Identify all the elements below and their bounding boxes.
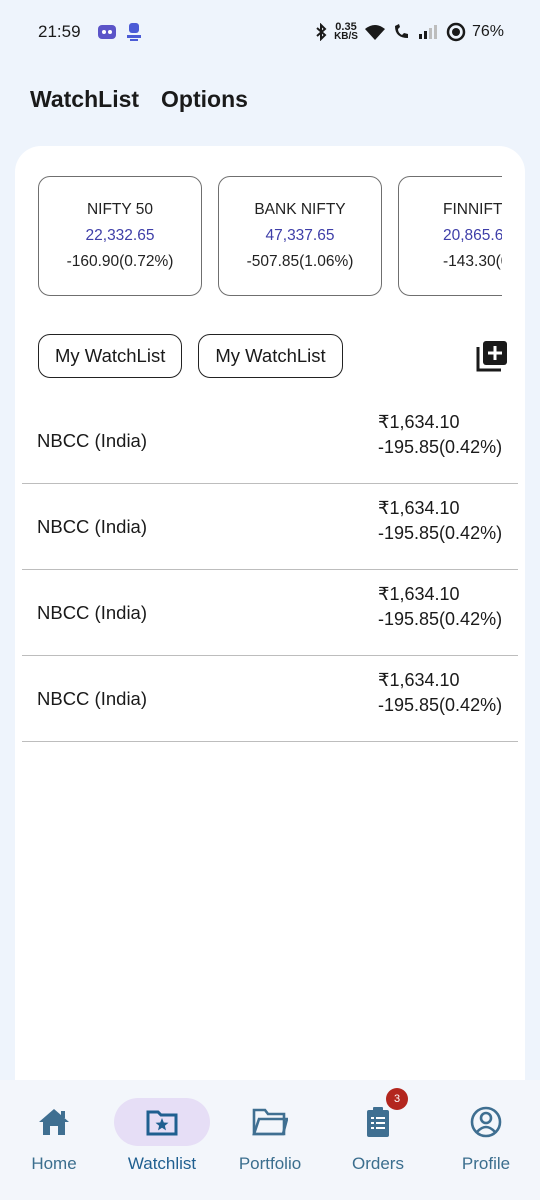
nav-portfolio[interactable]: Portfolio — [216, 1080, 324, 1200]
nav-watchlist[interactable]: Watchlist — [108, 1080, 216, 1200]
nav-home[interactable]: Home — [0, 1080, 108, 1200]
watchlist-tabs: My WatchList My WatchList — [38, 334, 343, 378]
stock-quote: ₹1,634.10 -195.85(0.42%) — [378, 584, 502, 630]
nav-label: Portfolio — [238, 1154, 302, 1173]
stock-change: -195.85(0.42%) — [378, 437, 503, 457]
status-left: 21:59 — [38, 22, 143, 42]
account-circle-icon — [470, 1106, 502, 1138]
index-value: 47,337.65 — [265, 227, 335, 244]
status-time: 21:59 — [38, 22, 81, 41]
bottom-nav: Home Watchlist Portfolio 3 Orders Profil… — [0, 1080, 540, 1200]
index-value: 20,865.6 — [443, 227, 502, 244]
wifi-calling-icon — [394, 24, 408, 38]
nav-label: Home — [31, 1154, 77, 1173]
index-strip[interactable]: NIFTY 50 22,332.65 -160.90(0.72%) BANK N… — [38, 176, 502, 296]
stock-quote: ₹1,634.10 -195.85(0.42%) — [378, 670, 502, 716]
nav-pill: 3 — [330, 1088, 426, 1146]
main-card: NIFTY 50 22,332.65 -160.90(0.72%) BANK N… — [15, 146, 525, 1106]
home-icon — [39, 1109, 69, 1135]
status-bar: 21:59 0.35 KB/S 76% — [0, 0, 540, 64]
tab-options[interactable]: Options — [161, 86, 248, 113]
index-change: -143.30(0.6 — [443, 253, 502, 270]
game-controller-icon — [97, 25, 116, 39]
stock-price: ₹1,634.10 — [378, 670, 460, 690]
stock-list: NBCC (India) ₹1,634.10 -195.85(0.42%) NB… — [22, 398, 518, 742]
stock-price: ₹1,634.10 — [378, 584, 460, 604]
app-notification-icon — [126, 23, 141, 41]
stock-change: -195.85(0.42%) — [378, 523, 503, 543]
stock-change: -195.85(0.42%) — [378, 695, 503, 715]
index-change: -507.85(1.06%) — [246, 253, 354, 270]
nav-label: Profile — [461, 1154, 511, 1173]
nav-pill-active — [114, 1098, 210, 1146]
watchlist-tab-1[interactable]: My WatchList — [38, 334, 183, 378]
stock-name: NBCC (India) — [37, 429, 147, 451]
status-right: 0.35 KB/S 76% — [314, 22, 504, 42]
index-change: -160.90(0.72%) — [66, 253, 174, 270]
index-name: BANK NIFTY — [254, 201, 346, 218]
orders-badge: 3 — [386, 1088, 408, 1110]
stock-name: NBCC (India) — [37, 687, 147, 709]
nav-pill — [222, 1098, 318, 1146]
list-item[interactable]: NBCC (India) ₹1,634.10 -195.85(0.42%) — [22, 398, 518, 484]
battery-percent: 76% — [471, 23, 504, 40]
nav-orders[interactable]: 3 Orders — [324, 1080, 432, 1200]
watchlist-folder-star-icon — [146, 1110, 178, 1136]
speed-unit: KB/S — [334, 31, 358, 42]
tab-watchlist[interactable]: WatchList — [30, 86, 139, 113]
index-value: 22,332.65 — [85, 227, 155, 244]
list-item[interactable]: NBCC (India) ₹1,634.10 -195.85(0.42%) — [22, 570, 518, 656]
watchlist-tab-2[interactable]: My WatchList — [198, 334, 343, 378]
stock-name: NBCC (India) — [37, 515, 147, 537]
nav-pill — [438, 1098, 534, 1146]
nav-pill — [6, 1098, 102, 1146]
signal-icon — [418, 25, 437, 39]
index-name: NIFTY 50 — [86, 201, 154, 218]
nav-profile[interactable]: Profile — [432, 1080, 540, 1200]
index-card-nifty-50[interactable]: NIFTY 50 22,332.65 -160.90(0.72%) — [38, 176, 202, 296]
stock-change: -195.85(0.42%) — [378, 609, 503, 629]
stock-quote: ₹1,634.10 -195.85(0.42%) — [378, 412, 502, 458]
wifi-icon — [364, 25, 385, 40]
list-item[interactable]: NBCC (India) ₹1,634.10 -195.85(0.42%) — [22, 484, 518, 570]
nav-label: Watchlist — [127, 1154, 197, 1173]
add-watchlist-icon[interactable] — [476, 340, 508, 372]
index-card-bank-nifty[interactable]: BANK NIFTY 47,337.65 -507.85(1.06%) — [218, 176, 382, 296]
index-card-finnifty[interactable]: FINNIFT 20,865.6 -143.30(0.6 — [398, 176, 502, 296]
top-tabs: WatchList Options — [30, 86, 248, 113]
network-speed: 0.35 KB/S — [334, 22, 358, 42]
stock-price: ₹1,634.10 — [378, 498, 460, 518]
stock-quote: ₹1,634.10 -195.85(0.42%) — [378, 498, 502, 544]
folder-icon — [252, 1108, 288, 1136]
list-item[interactable]: NBCC (India) ₹1,634.10 -195.85(0.42%) — [22, 656, 518, 742]
index-name: FINNIFT — [443, 201, 502, 218]
stock-name: NBCC (India) — [37, 601, 147, 623]
bluetooth-icon — [316, 23, 327, 41]
battery-icon — [446, 22, 466, 42]
notification-icons — [97, 22, 143, 42]
nav-label: Orders — [352, 1154, 404, 1173]
stock-price: ₹1,634.10 — [378, 412, 460, 432]
clipboard-icon — [367, 1107, 389, 1137]
